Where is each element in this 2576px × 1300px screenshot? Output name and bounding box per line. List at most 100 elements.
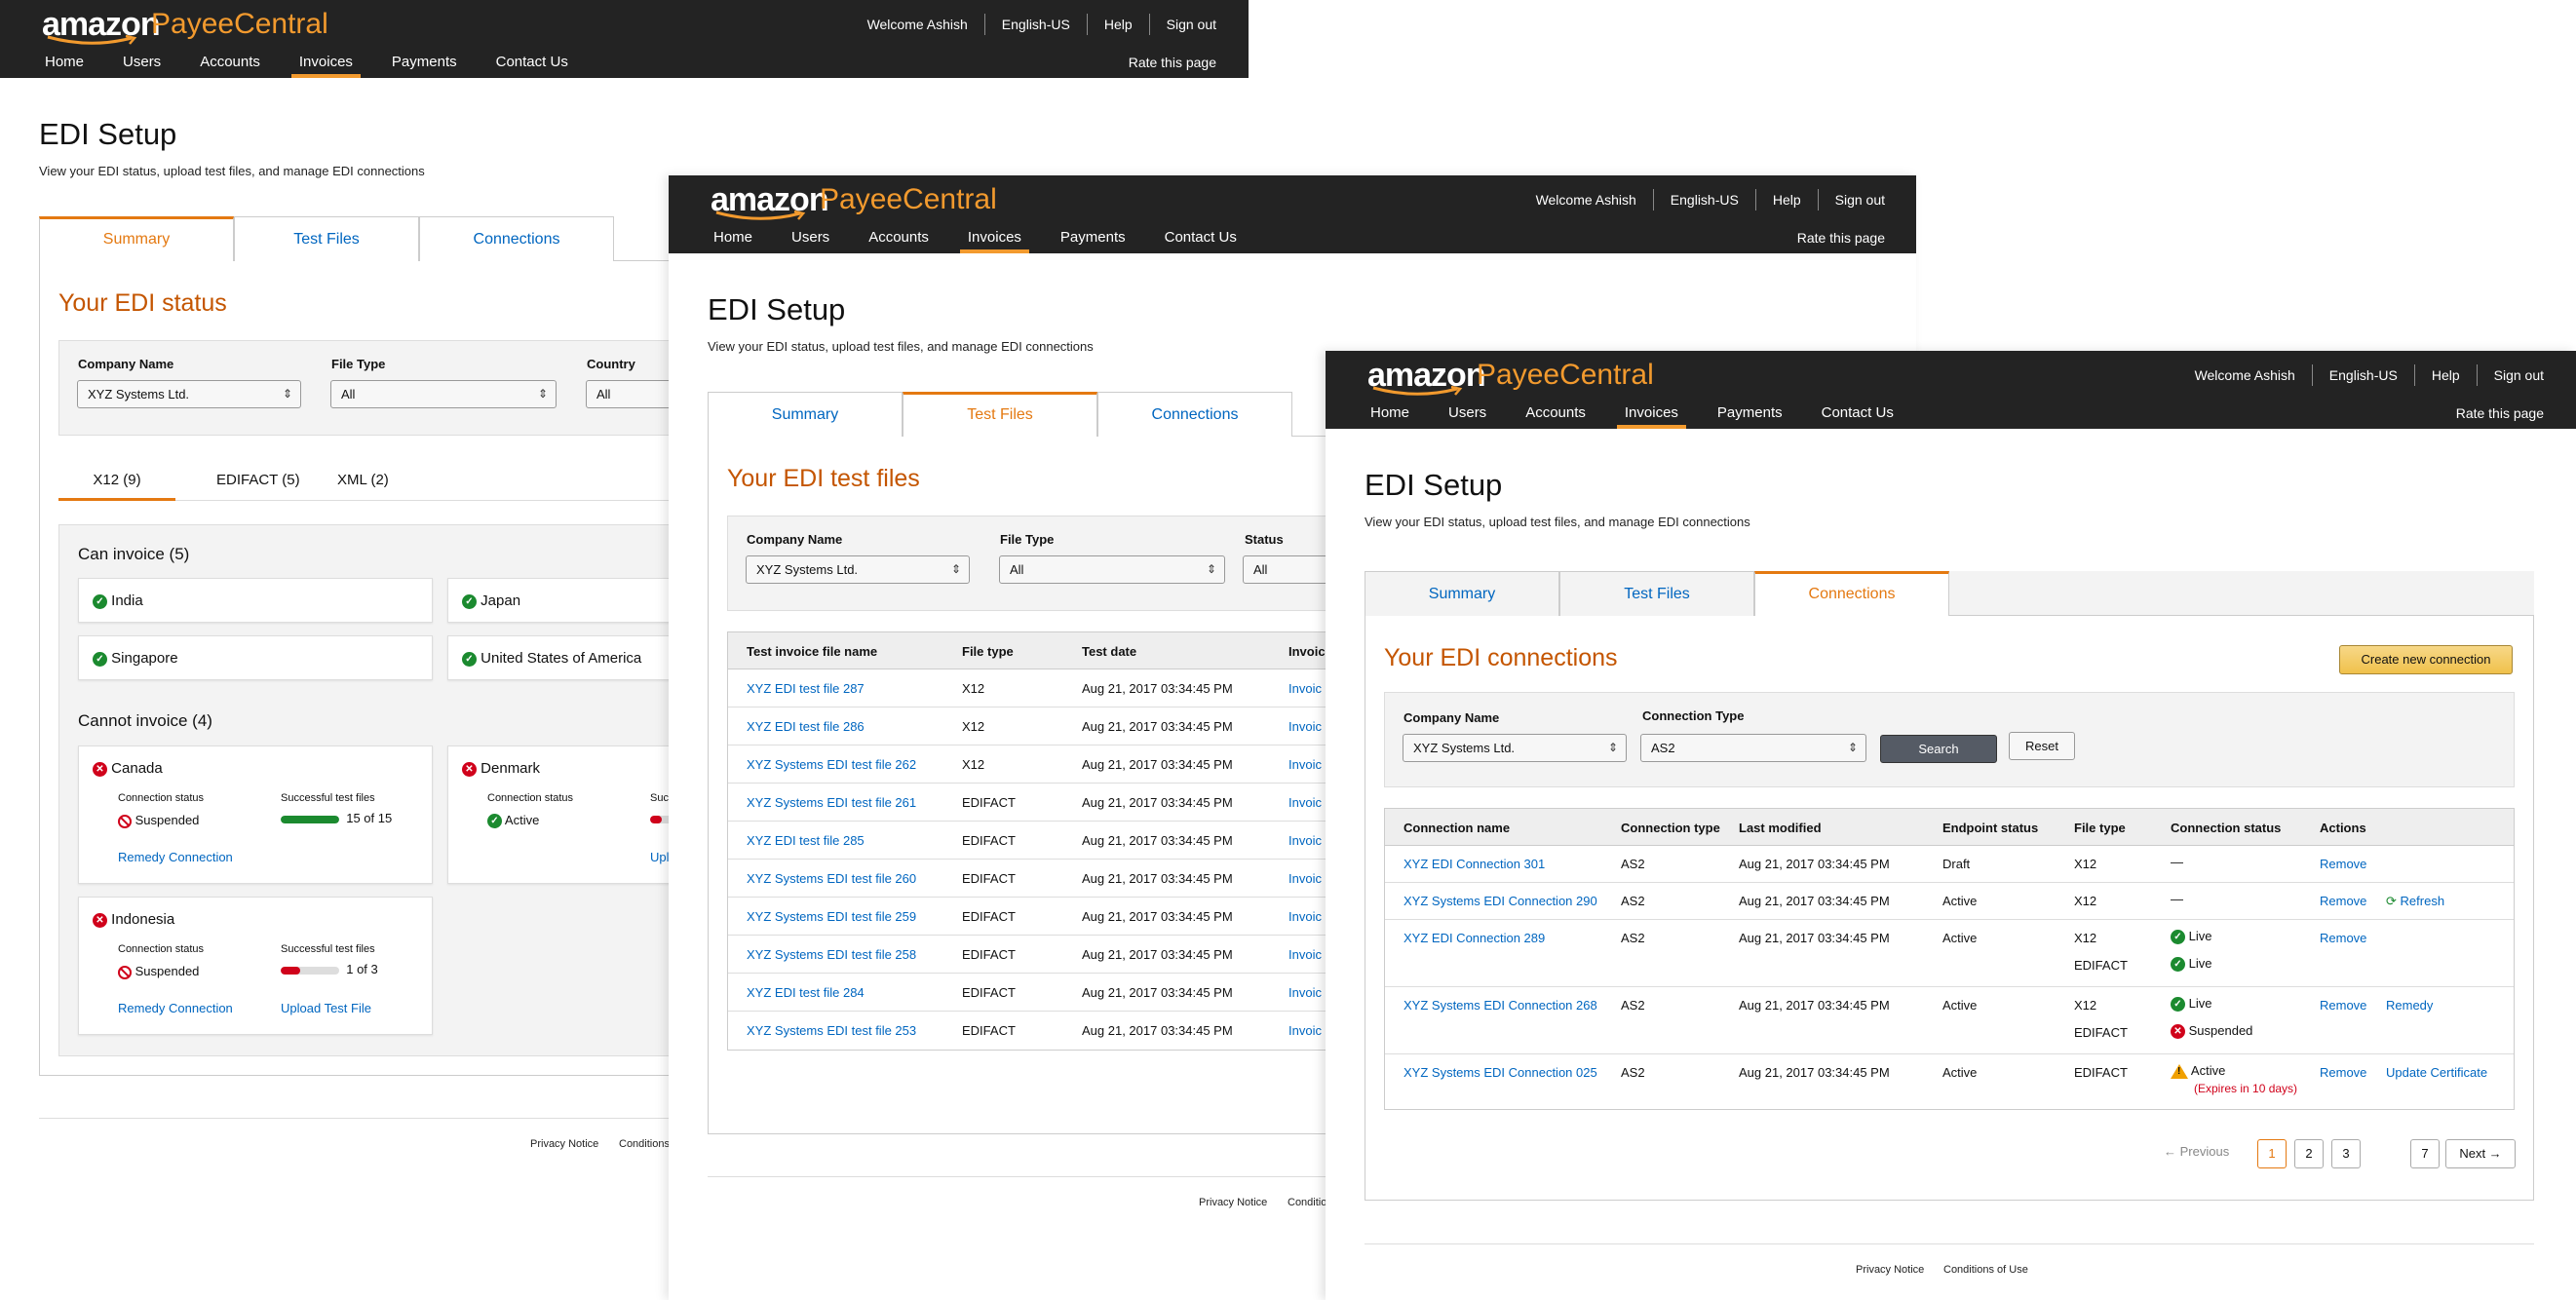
nav-payments[interactable]: Payments xyxy=(1060,227,1126,253)
test-file-link[interactable]: XYZ Systems EDI test file 253 xyxy=(747,1023,916,1038)
privacy-link[interactable]: Privacy Notice xyxy=(530,1138,598,1150)
connection-name-link[interactable]: XYZ Systems EDI Connection 025 xyxy=(1403,1065,1597,1080)
create-connection-button[interactable]: Create new connection xyxy=(2339,645,2513,674)
language-link[interactable]: English-US xyxy=(983,14,1087,35)
invoice-link[interactable]: Invoic xyxy=(1288,909,1322,924)
page-7-button[interactable]: 7 xyxy=(2410,1139,2440,1168)
upload-test-file-link[interactable]: Upl xyxy=(650,850,670,864)
connection-type-select[interactable]: AS2 xyxy=(1640,734,1866,762)
subtab-xml[interactable]: XML (2) xyxy=(337,466,389,495)
remove-link[interactable]: Remove xyxy=(2320,998,2366,1013)
nav-payments[interactable]: Payments xyxy=(1717,402,1783,429)
test-file-link[interactable]: XYZ EDI test file 284 xyxy=(747,985,865,1000)
upload-test-file-link[interactable]: Upload Test File xyxy=(281,1001,371,1015)
nav-invoices[interactable]: Invoices xyxy=(959,227,1029,253)
connection-name-link[interactable]: XYZ EDI Connection 289 xyxy=(1403,931,1545,945)
language-link[interactable]: English-US xyxy=(2311,364,2414,386)
remedy-connection-link[interactable]: Remedy Connection xyxy=(118,850,233,864)
nav-users[interactable]: Users xyxy=(791,227,829,253)
nav-home[interactable]: Home xyxy=(713,227,752,253)
filetype-select[interactable]: All xyxy=(330,380,557,408)
test-file-link[interactable]: XYZ EDI test file 286 xyxy=(747,719,865,734)
tab-summary[interactable]: Summary xyxy=(39,216,234,261)
test-file-link[interactable]: XYZ EDI test file 287 xyxy=(747,681,865,696)
remove-link[interactable]: Remove xyxy=(2320,931,2366,945)
connection-name-link[interactable]: XYZ Systems EDI Connection 290 xyxy=(1403,894,1597,908)
nav-contact[interactable]: Contact Us xyxy=(1822,402,1894,429)
conditions-link[interactable]: Conditions xyxy=(619,1138,670,1150)
tab-summary[interactable]: Summary xyxy=(1365,571,1559,616)
search-button[interactable]: Search xyxy=(1880,735,1997,763)
update-certificate-link[interactable]: Update Certificate xyxy=(2386,1065,2487,1080)
connection-name-link[interactable]: XYZ Systems EDI Connection 268 xyxy=(1403,998,1597,1013)
page-1-button[interactable]: 1 xyxy=(2257,1139,2287,1168)
language-link[interactable]: English-US xyxy=(1652,189,1755,210)
signout-link[interactable]: Sign out xyxy=(1148,14,1216,35)
subtab-edifact[interactable]: EDIFACT (5) xyxy=(216,466,300,495)
conditions-link[interactable]: Conditions of Use xyxy=(1943,1264,2028,1276)
previous-page-link[interactable]: ← Previous xyxy=(2164,1144,2229,1159)
remedy-connection-link[interactable]: Remedy Connection xyxy=(118,1001,233,1015)
invoice-link[interactable]: Invoic xyxy=(1288,719,1322,734)
invoice-link[interactable]: Invoic xyxy=(1288,985,1322,1000)
company-select[interactable]: XYZ Systems Ltd. xyxy=(1403,734,1627,762)
nav-home[interactable]: Home xyxy=(1370,402,1409,429)
help-link[interactable]: Help xyxy=(1754,189,1818,210)
connection-name-link[interactable]: XYZ EDI Connection 301 xyxy=(1403,857,1545,871)
nav-home[interactable]: Home xyxy=(45,52,84,78)
invoice-link[interactable]: Invoic xyxy=(1288,1023,1322,1038)
invoice-link[interactable]: Invoic xyxy=(1288,871,1322,886)
nav-invoices[interactable]: Invoices xyxy=(290,52,361,78)
remedy-link[interactable]: Remedy xyxy=(2386,998,2433,1013)
tab-summary[interactable]: Summary xyxy=(708,392,903,437)
amazon-payee-central-logo[interactable]: amazon PayeeCentral xyxy=(1367,357,1654,396)
next-page-button[interactable]: Next → xyxy=(2445,1139,2516,1168)
nav-invoices[interactable]: Invoices xyxy=(1616,402,1686,429)
filetype-select[interactable]: All xyxy=(999,555,1225,584)
nav-accounts[interactable]: Accounts xyxy=(1525,402,1586,429)
test-file-link[interactable]: XYZ Systems EDI test file 261 xyxy=(747,795,916,810)
privacy-link[interactable]: Privacy Notice xyxy=(1856,1264,1924,1276)
invoice-link[interactable]: Invoic xyxy=(1288,947,1322,962)
amazon-payee-central-logo[interactable]: amazon PayeeCentral xyxy=(711,181,997,220)
company-select[interactable]: XYZ Systems Ltd. xyxy=(77,380,301,408)
refresh-link[interactable]: ⟳ Refresh xyxy=(2386,894,2444,909)
tab-test-files[interactable]: Test Files xyxy=(234,216,419,261)
company-select[interactable]: XYZ Systems Ltd. xyxy=(746,555,970,584)
reset-button[interactable]: Reset xyxy=(2009,732,2075,760)
tab-connections[interactable]: Connections xyxy=(1097,392,1292,437)
test-file-link[interactable]: XYZ Systems EDI test file 259 xyxy=(747,909,916,924)
invoice-link[interactable]: Invoic xyxy=(1288,681,1322,696)
tab-connections[interactable]: Connections xyxy=(1754,571,1949,616)
remove-link[interactable]: Remove xyxy=(2320,857,2366,871)
tab-test-files[interactable]: Test Files xyxy=(1559,571,1754,616)
signout-link[interactable]: Sign out xyxy=(2476,364,2544,386)
test-file-link[interactable]: XYZ Systems EDI test file 262 xyxy=(747,757,916,772)
amazon-payee-central-logo[interactable]: amazon PayeeCentral xyxy=(42,6,328,45)
test-file-link[interactable]: XYZ Systems EDI test file 260 xyxy=(747,871,916,886)
privacy-link[interactable]: Privacy Notice xyxy=(1199,1197,1267,1208)
nav-accounts[interactable]: Accounts xyxy=(200,52,260,78)
test-file-link[interactable]: XYZ Systems EDI test file 258 xyxy=(747,947,916,962)
page-3-button[interactable]: 3 xyxy=(2331,1139,2361,1168)
subtab-x12[interactable]: X12 (9) xyxy=(58,466,175,501)
rate-page-link[interactable]: Rate this page xyxy=(1797,230,1885,246)
invoice-link[interactable]: Invoic xyxy=(1288,833,1322,848)
remove-link[interactable]: Remove xyxy=(2320,1065,2366,1080)
signout-link[interactable]: Sign out xyxy=(1817,189,1885,210)
tab-test-files[interactable]: Test Files xyxy=(903,392,1097,437)
nav-users[interactable]: Users xyxy=(1448,402,1486,429)
nav-payments[interactable]: Payments xyxy=(392,52,457,78)
nav-contact[interactable]: Contact Us xyxy=(496,52,568,78)
invoice-link[interactable]: Invoic xyxy=(1288,795,1322,810)
tab-connections[interactable]: Connections xyxy=(419,216,614,261)
nav-accounts[interactable]: Accounts xyxy=(868,227,929,253)
test-file-link[interactable]: XYZ EDI test file 285 xyxy=(747,833,865,848)
help-link[interactable]: Help xyxy=(2413,364,2477,386)
nav-users[interactable]: Users xyxy=(123,52,161,78)
invoice-link[interactable]: Invoic xyxy=(1288,757,1322,772)
rate-page-link[interactable]: Rate this page xyxy=(1129,55,1216,70)
remove-link[interactable]: Remove xyxy=(2320,894,2366,908)
page-2-button[interactable]: 2 xyxy=(2294,1139,2324,1168)
nav-contact[interactable]: Contact Us xyxy=(1165,227,1237,253)
